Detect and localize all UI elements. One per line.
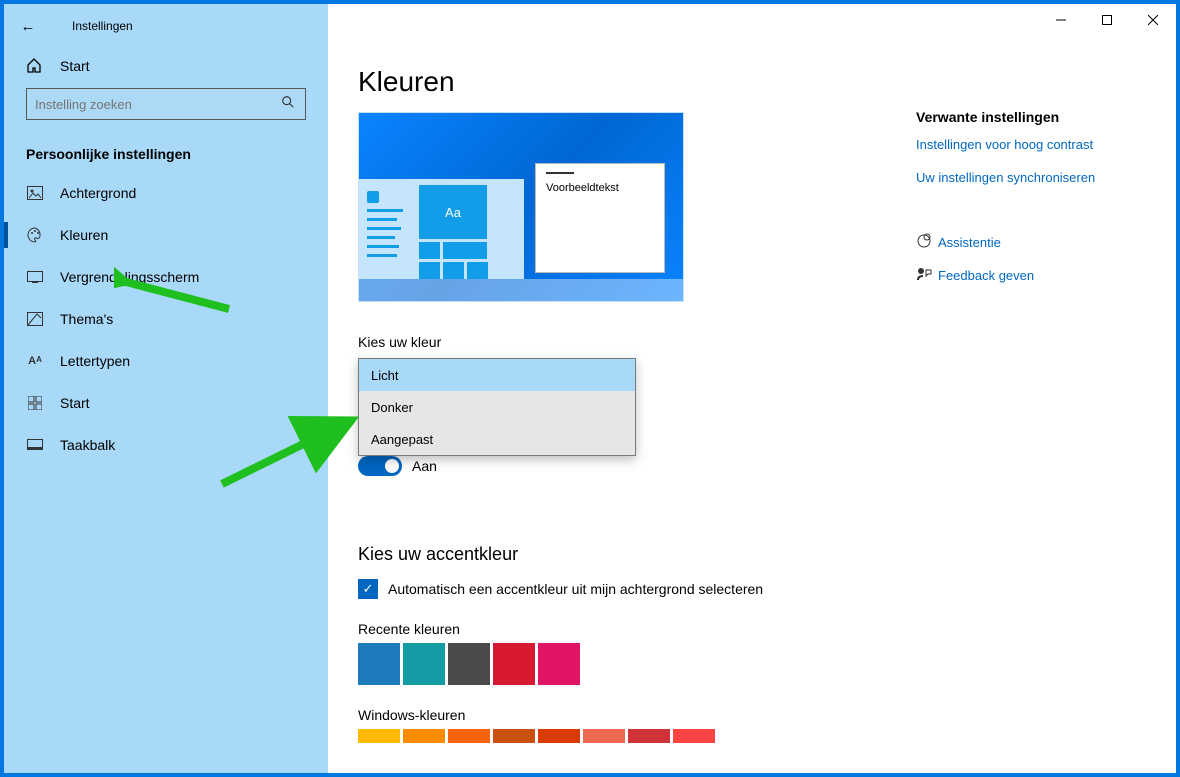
sidebar-item-background[interactable]: Achtergrond bbox=[4, 172, 328, 214]
color-swatch[interactable] bbox=[628, 729, 670, 743]
preview-window: Voorbeeldtekst bbox=[535, 163, 665, 273]
annotation-arrow-2 bbox=[214, 402, 364, 492]
color-swatch[interactable] bbox=[448, 729, 490, 743]
picture-icon bbox=[26, 186, 44, 200]
themes-icon bbox=[26, 312, 44, 326]
help-label: Assistentie bbox=[938, 235, 1001, 250]
color-swatch[interactable] bbox=[403, 729, 445, 743]
link-high-contrast[interactable]: Instellingen voor hoog contrast bbox=[916, 137, 1146, 152]
search-input[interactable] bbox=[26, 88, 306, 120]
annotation-arrow-1 bbox=[114, 264, 234, 314]
preview-tile: Aa bbox=[419, 185, 487, 239]
accent-title: Kies uw accentkleur bbox=[358, 544, 1146, 565]
color-mode-dropdown[interactable]: Licht Donker Aangepast bbox=[358, 358, 636, 456]
fonts-icon: AA bbox=[26, 355, 44, 367]
sidebar-item-label: Start bbox=[60, 395, 90, 411]
sidebar-item-label: Taakbalk bbox=[60, 437, 115, 453]
color-preview: Voorbeeldtekst Aa bbox=[358, 112, 684, 302]
preview-start-menu: Aa bbox=[359, 179, 524, 279]
home-label: Start bbox=[60, 58, 90, 74]
sidebar-item-label: Lettertypen bbox=[60, 353, 130, 369]
start-icon bbox=[26, 396, 44, 410]
dropdown-option-light[interactable]: Licht bbox=[359, 359, 635, 391]
dropdown-option-custom[interactable]: Aangepast bbox=[359, 423, 635, 455]
color-swatch[interactable] bbox=[358, 729, 400, 743]
back-arrow-icon: ← bbox=[21, 18, 36, 35]
search-field[interactable] bbox=[35, 97, 279, 112]
app-title: Instellingen bbox=[72, 19, 133, 33]
color-swatch[interactable] bbox=[538, 729, 580, 743]
color-swatch[interactable] bbox=[358, 643, 400, 685]
sidebar: ← Instellingen Start Persoonlijke inst bbox=[4, 4, 328, 773]
auto-accent-checkbox[interactable]: ✓ bbox=[358, 579, 378, 599]
related-settings: Verwante instellingen Instellingen voor … bbox=[916, 109, 1146, 299]
feedback-icon bbox=[916, 266, 938, 285]
preview-text: Voorbeeldtekst bbox=[546, 182, 619, 194]
maximize-button[interactable] bbox=[1084, 4, 1130, 36]
link-feedback[interactable]: Feedback geven bbox=[916, 266, 1146, 285]
taskbar-icon bbox=[26, 439, 44, 451]
sidebar-item-colors[interactable]: Kleuren bbox=[4, 214, 328, 256]
color-swatch[interactable] bbox=[493, 643, 535, 685]
assist-icon bbox=[916, 233, 938, 252]
sidebar-item-label: Achtergrond bbox=[60, 185, 136, 201]
section-title: Persoonlijke instellingen bbox=[4, 132, 328, 172]
dropdown-option-dark[interactable]: Donker bbox=[359, 391, 635, 423]
color-swatch[interactable] bbox=[403, 643, 445, 685]
choose-color-label: Kies uw kleur bbox=[358, 334, 1146, 350]
color-swatch[interactable] bbox=[583, 729, 625, 743]
related-title: Verwante instellingen bbox=[916, 109, 1146, 125]
color-swatch[interactable] bbox=[448, 643, 490, 685]
palette-icon bbox=[26, 227, 44, 243]
sidebar-item-label: Thema's bbox=[60, 311, 113, 327]
color-swatch[interactable] bbox=[673, 729, 715, 743]
color-swatch[interactable] bbox=[538, 643, 580, 685]
link-sync-settings[interactable]: Uw instellingen synchroniseren bbox=[916, 170, 1146, 185]
windows-colors bbox=[358, 729, 1146, 743]
content-area: Kleuren Voorbeeldtekst bbox=[328, 4, 1176, 773]
lockscreen-icon bbox=[26, 271, 44, 283]
close-button[interactable] bbox=[1130, 4, 1176, 36]
back-button[interactable]: ← bbox=[14, 12, 42, 40]
link-assistance[interactable]: Assistentie bbox=[916, 233, 1146, 252]
minimize-button[interactable] bbox=[1038, 4, 1084, 36]
windows-colors-label: Windows-kleuren bbox=[358, 707, 1146, 723]
sidebar-item-fonts[interactable]: AA Lettertypen bbox=[4, 340, 328, 382]
home-button[interactable]: Start bbox=[4, 42, 328, 84]
toggle-label: Aan bbox=[412, 458, 437, 474]
color-swatch[interactable] bbox=[493, 729, 535, 743]
home-icon bbox=[26, 58, 44, 74]
transparency-toggle[interactable] bbox=[358, 456, 402, 476]
sidebar-item-label: Kleuren bbox=[60, 227, 108, 243]
page-title: Kleuren bbox=[358, 66, 1146, 98]
auto-accent-label: Automatisch een accentkleur uit mijn ach… bbox=[388, 581, 763, 597]
help-label: Feedback geven bbox=[938, 268, 1034, 283]
search-icon bbox=[279, 95, 297, 114]
recent-colors bbox=[358, 643, 1146, 685]
recent-colors-label: Recente kleuren bbox=[358, 621, 1146, 637]
